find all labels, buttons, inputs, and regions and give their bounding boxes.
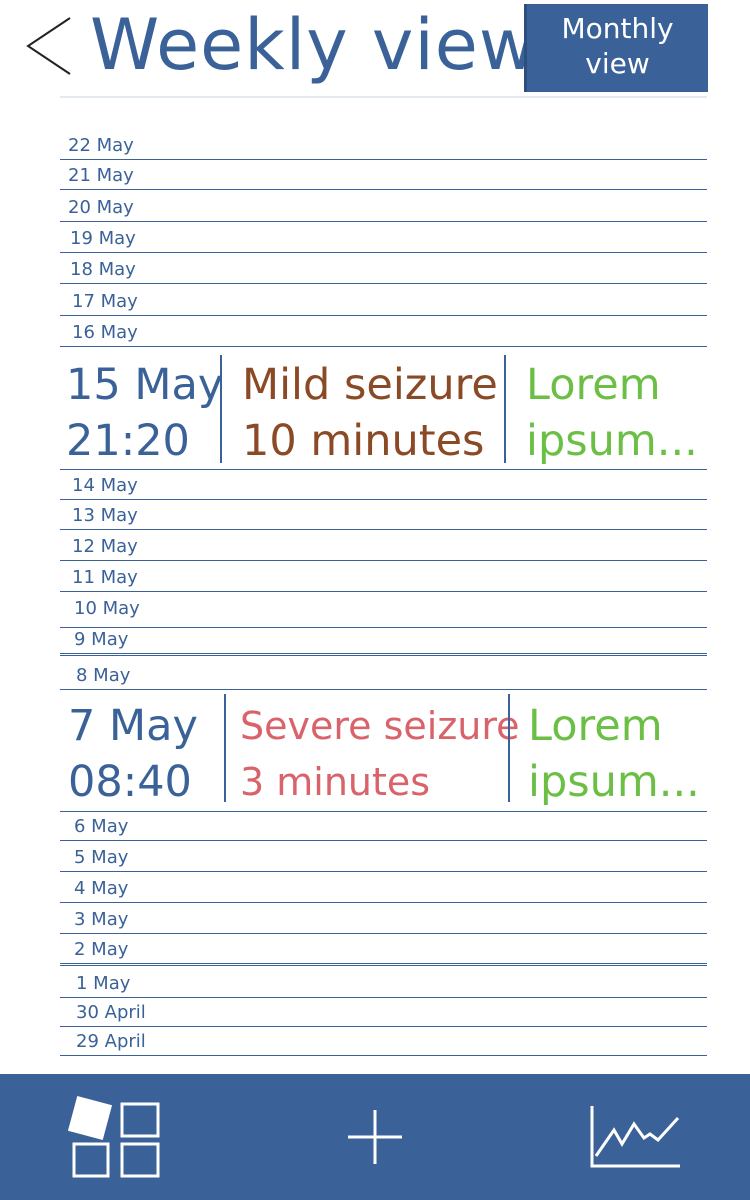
day-label: 4 May [74,878,129,899]
event-row[interactable]: 15 May 21:20 Mild seizure 10 minutes Lor… [60,347,707,470]
event-date: 7 May 08:40 [68,698,198,810]
day-row[interactable]: 2 May [60,934,707,966]
chart-icon [590,1106,680,1168]
day-label: 11 May [72,567,138,588]
day-row[interactable]: 3 May [60,903,707,934]
event-date: 15 May 21:20 [66,357,223,469]
header: Weekly view Monthly view [0,0,750,100]
event-note-line1: Lorem [526,360,661,410]
day-label: 18 May [70,259,136,280]
day-label: 14 May [72,475,138,496]
day-label: 1 May [76,973,131,994]
day-label: 12 May [72,536,138,557]
column-divider [224,694,226,802]
bottom-nav-bar [0,1074,750,1200]
day-label: 6 May [74,816,129,837]
day-row[interactable]: 16 May [60,316,707,347]
event-severity: Mild seizure [242,360,498,410]
day-row[interactable]: 20 May [60,190,707,222]
day-row[interactable]: 12 May [60,530,707,561]
day-label: 10 May [74,598,140,619]
event-time: 21:20 [66,416,190,466]
day-row[interactable]: 22 May [60,128,707,160]
column-divider [220,355,222,463]
event-duration: 10 minutes [242,416,485,466]
dashboard-button[interactable] [64,1094,164,1180]
day-row[interactable]: 9 May [60,628,707,656]
monthly-view-label-line2: view [585,47,650,80]
event-date-day: 15 May [66,360,224,410]
day-row[interactable]: 8 May [60,656,707,690]
event-note: Lorem ipsum... [526,357,698,469]
chevron-left-icon [26,17,71,75]
day-label: 3 May [74,909,129,930]
day-label: 8 May [76,665,131,686]
page-title: Weekly view [90,4,538,86]
monthly-view-label-line1: Monthly [561,12,674,45]
day-row[interactable]: 10 May [60,592,707,628]
day-row[interactable]: 5 May [60,841,707,872]
day-label: 17 May [72,291,138,312]
day-row[interactable]: 11 May [60,561,707,592]
column-divider [504,355,506,463]
day-row[interactable]: 21 May [60,160,707,190]
day-label: 9 May [74,629,129,650]
event-note: Lorem ipsum... [528,698,700,810]
event-date-day: 7 May [68,701,198,751]
header-divider [60,96,707,98]
day-label: 13 May [72,505,138,526]
monthly-view-button[interactable]: Monthly view [524,4,708,92]
event-note-line2: ipsum... [528,757,700,807]
event-time: 08:40 [68,757,192,807]
day-row[interactable]: 6 May [60,812,707,841]
add-entry-button[interactable] [345,1107,405,1167]
day-row[interactable]: 30 April [60,998,707,1027]
day-row[interactable]: 29 April [60,1027,707,1056]
day-row[interactable]: 4 May [60,872,707,903]
event-note-line1: Lorem [528,701,663,751]
day-row[interactable]: 19 May [60,222,707,253]
statistics-button[interactable] [588,1104,682,1170]
day-label: 21 May [68,165,134,186]
day-label: 30 April [76,1002,146,1023]
event-severity: Severe seizure [240,704,520,748]
event-description: Mild seizure 10 minutes [242,357,498,469]
day-label: 16 May [72,322,138,343]
day-label: 20 May [68,197,134,218]
event-description: Severe seizure 3 minutes [240,698,520,810]
day-row[interactable]: 18 May [60,253,707,284]
day-row[interactable]: 13 May [60,500,707,530]
day-label: 19 May [70,228,136,249]
column-divider [508,694,510,802]
day-row[interactable]: 1 May [60,966,707,998]
day-label: 5 May [74,847,129,868]
day-label: 2 May [74,939,129,960]
event-duration: 3 minutes [240,760,431,804]
plus-icon [348,1110,402,1164]
event-row[interactable]: 7 May 08:40 Severe seizure 3 minutes Lor… [60,690,707,812]
back-button[interactable] [20,14,80,78]
event-note-line2: ipsum... [526,416,698,466]
day-row[interactable]: 17 May [60,284,707,316]
day-row[interactable]: 14 May [60,470,707,500]
day-label: 29 April [76,1031,146,1052]
dashboard-icon [67,1095,160,1178]
day-label: 22 May [68,135,134,156]
